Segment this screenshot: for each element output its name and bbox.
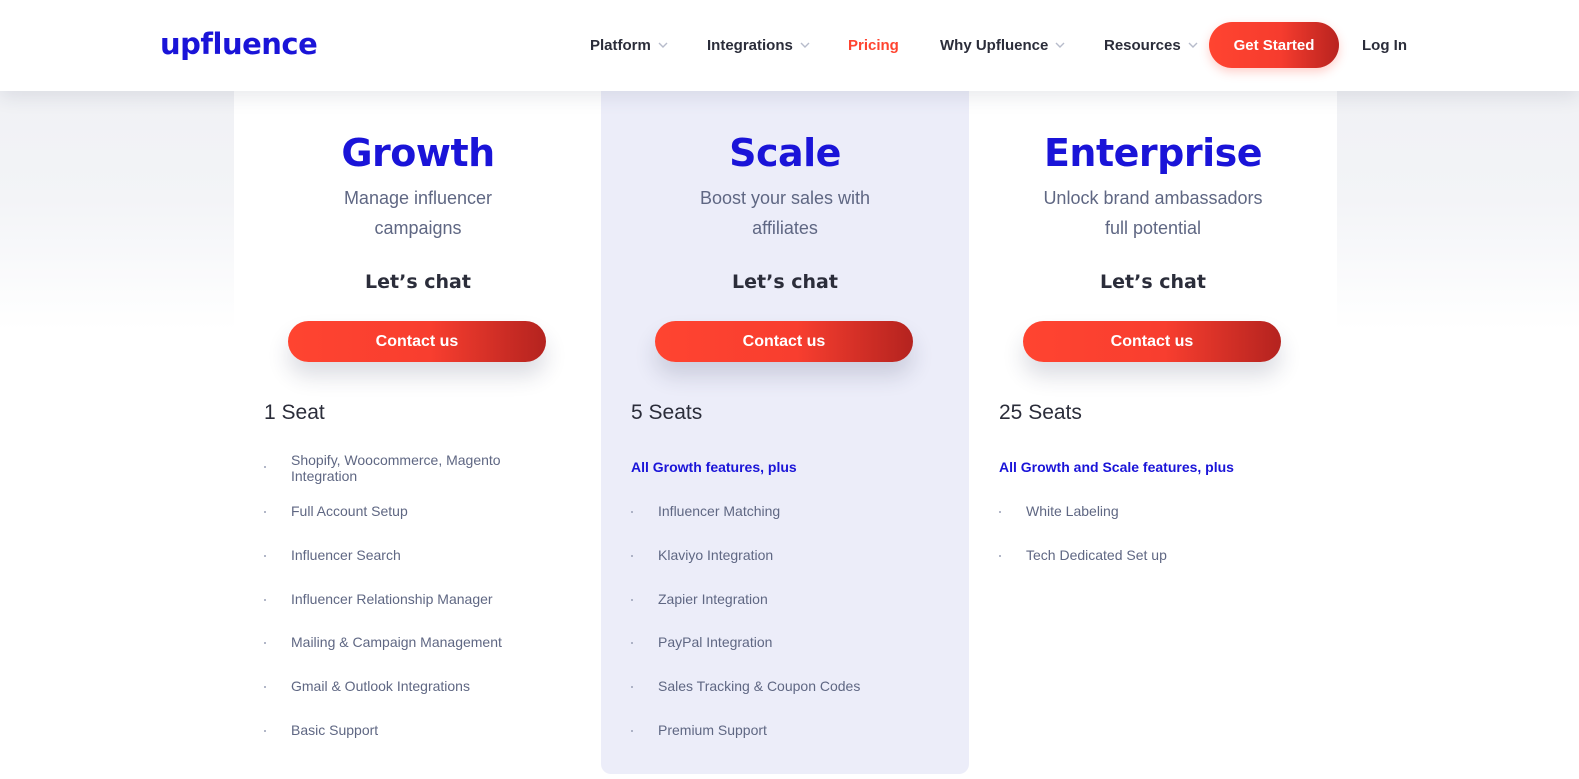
feature-text: Full Account Setup <box>291 503 408 519</box>
feature-item: Shopify, Woocommerce, Magento Integratio… <box>264 452 564 484</box>
contact-us-button[interactable]: Contact us <box>655 321 913 362</box>
nav-label: Integrations <box>707 36 793 54</box>
plan-title: Enterprise <box>1043 131 1263 175</box>
plan-title: Growth <box>341 131 495 175</box>
plan-subtitle: Manage influencer campaigns <box>298 183 538 243</box>
plan-subtitle: Unlock brand ambassadors full potential <box>1033 183 1273 243</box>
plan-subtitle: Boost your sales with affiliates <box>665 183 905 243</box>
feature-item: Influencer Search <box>264 547 564 563</box>
nav-label: Pricing <box>848 36 899 54</box>
feature-item: Klaviyo Integration <box>631 547 931 563</box>
nav-label: Platform <box>590 36 651 54</box>
site-header: upfluence Platform Integrations Pricing … <box>0 0 1579 91</box>
bullet-icon <box>631 642 633 644</box>
feature-item: Premium Support <box>631 722 931 738</box>
plan-card-scale: Scale Boost your sales with affiliates L… <box>601 91 969 774</box>
plan-card-growth: Growth Manage influencer campaigns Let’s… <box>234 91 602 779</box>
feature-text: Gmail & Outlook Integrations <box>291 678 470 694</box>
feature-text: Klaviyo Integration <box>658 547 774 563</box>
nav-item-pricing[interactable]: Pricing <box>848 34 899 56</box>
feature-item: Gmail & Outlook Integrations <box>264 678 564 694</box>
nav-item-resources[interactable]: Resources <box>1104 34 1198 56</box>
feature-item: Full Account Setup <box>264 503 564 519</box>
seat-count: 1 Seat <box>264 401 325 424</box>
nav-label: Why Upfluence <box>940 36 1049 54</box>
plan-subtitle-line: Boost your sales with <box>699 188 871 208</box>
feature-intro: All Growth and Scale features, plus <box>999 459 1234 475</box>
bullet-icon <box>999 511 1001 513</box>
seat-count: 25 Seats <box>999 401 1082 424</box>
plan-subtitle-line: affiliates <box>752 218 818 238</box>
feature-text: Mailing & Campaign Management <box>291 634 502 650</box>
feature-text: Influencer Search <box>291 547 401 563</box>
feature-text: Basic Support <box>291 722 379 738</box>
main-nav: Platform Integrations Pricing Why Upflue… <box>0 0 1579 91</box>
bullet-icon <box>264 599 266 601</box>
chevron-down-icon <box>1188 42 1198 48</box>
feature-item: Influencer Matching <box>631 503 931 519</box>
bullet-icon <box>631 599 633 601</box>
plan-title: Scale <box>729 131 841 175</box>
feature-text: Premium Support <box>658 722 767 738</box>
plan-subtitle-line: campaigns <box>374 218 462 238</box>
bullet-icon <box>631 730 633 732</box>
feature-text: Tech Dedicated Set up <box>1026 547 1167 563</box>
chevron-down-icon <box>1055 42 1065 48</box>
bullet-icon <box>999 555 1001 557</box>
nav-item-why-upfluence[interactable]: Why Upfluence <box>940 34 1065 56</box>
feature-item: Sales Tracking & Coupon Codes <box>631 678 931 694</box>
feature-text: Sales Tracking & Coupon Codes <box>658 678 861 694</box>
bullet-icon <box>264 686 266 688</box>
plan-price: Let’s chat <box>1100 271 1206 293</box>
bullet-icon <box>631 555 633 557</box>
feature-text: PayPal Integration <box>658 634 773 650</box>
feature-item: Influencer Relationship Manager <box>264 591 564 607</box>
bullet-icon <box>264 555 266 557</box>
nav-label: Resources <box>1104 36 1181 54</box>
bullet-icon <box>631 686 633 688</box>
plan-subtitle-line: full potential <box>1104 218 1202 238</box>
bullet-icon <box>631 511 633 513</box>
login-link[interactable]: Log In <box>1362 34 1407 56</box>
plan-subtitle-line: Manage influencer <box>343 188 493 208</box>
feature-item: White Labeling <box>999 503 1299 519</box>
bullet-icon <box>264 642 266 644</box>
seat-count: 5 Seats <box>631 401 703 424</box>
feature-item: Tech Dedicated Set up <box>999 547 1299 563</box>
bullet-icon <box>264 511 266 513</box>
contact-us-button[interactable]: Contact us <box>288 321 546 362</box>
get-started-button[interactable]: Get Started <box>1209 22 1339 68</box>
feature-item: Basic Support <box>264 722 564 738</box>
plan-price: Let’s chat <box>732 271 838 293</box>
plan-card-enterprise: Enterprise Unlock brand ambassadors full… <box>969 91 1337 779</box>
nav-item-integrations[interactable]: Integrations <box>707 34 810 56</box>
contact-us-button[interactable]: Contact us <box>1023 321 1281 362</box>
plan-price: Let’s chat <box>365 271 471 293</box>
feature-item: Zapier Integration <box>631 591 931 607</box>
plan-subtitle-line: Unlock brand ambassadors <box>1043 188 1263 208</box>
feature-item: PayPal Integration <box>631 634 931 650</box>
chevron-down-icon <box>800 42 810 48</box>
feature-item: Mailing & Campaign Management <box>264 634 564 650</box>
feature-intro: All Growth features, plus <box>631 459 797 475</box>
nav-item-platform[interactable]: Platform <box>590 34 668 56</box>
chevron-down-icon <box>658 42 668 48</box>
bullet-icon <box>264 466 266 468</box>
bullet-icon <box>264 730 266 732</box>
feature-text: White Labeling <box>1026 503 1119 519</box>
feature-text: Zapier Integration <box>658 591 768 607</box>
feature-text: Influencer Matching <box>658 503 781 519</box>
feature-text: Influencer Relationship Manager <box>291 591 493 607</box>
feature-text: Shopify, Woocommerce, Magento Integratio… <box>291 452 501 484</box>
